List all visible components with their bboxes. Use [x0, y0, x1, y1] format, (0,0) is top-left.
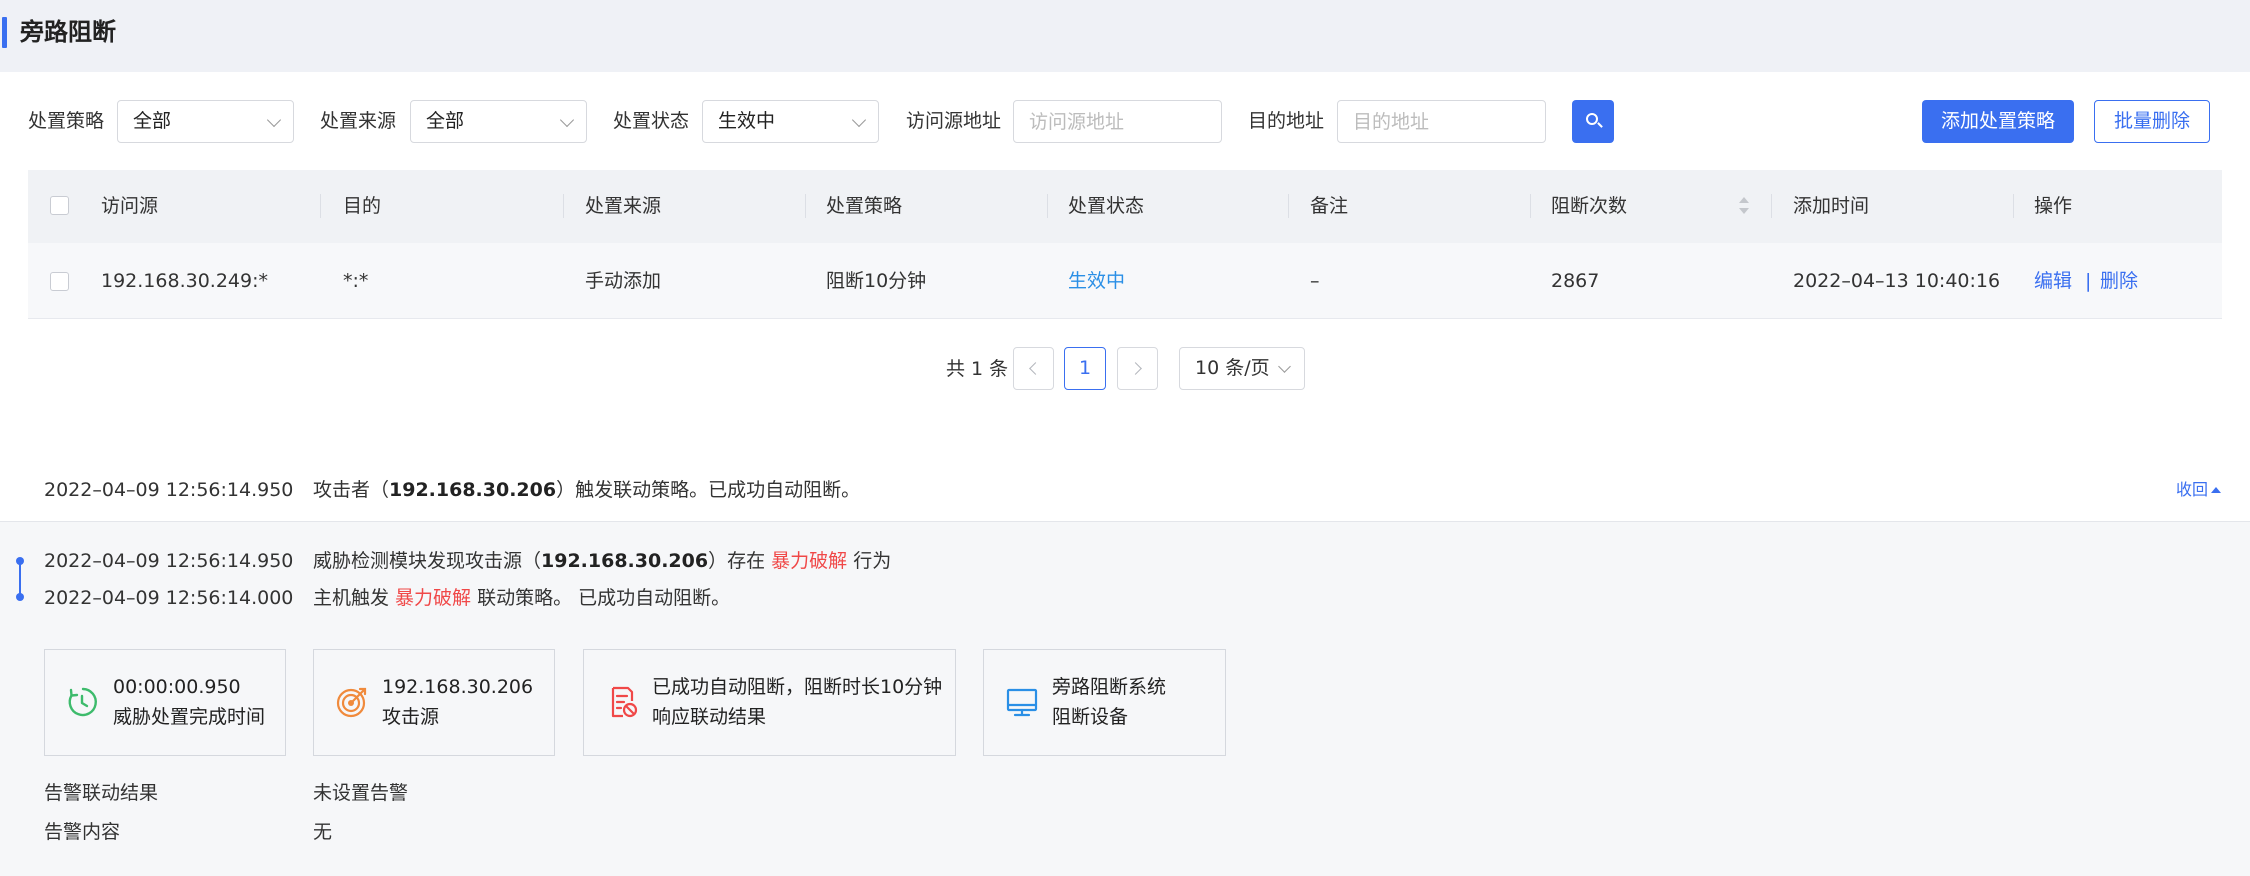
chevron-right-icon	[1129, 362, 1142, 375]
column-header: 处置状态	[1068, 195, 1145, 217]
row-strategy: 阻断10分钟	[826, 270, 927, 292]
strategy-select[interactable]: 全部	[117, 100, 294, 143]
card-label: 攻击源	[382, 706, 440, 728]
column-header: 备注	[1310, 195, 1349, 217]
column-header: 阻断次数	[1551, 195, 1628, 217]
timeline-text: 威胁检测模块发现攻击源（192.168.30.206）存在 暴力破解 行为	[313, 550, 892, 572]
add-strategy-button[interactable]: 添加处置策略	[1922, 100, 2074, 143]
batch-delete-button[interactable]: 批量删除	[2094, 100, 2210, 143]
monitor-icon	[1006, 688, 1038, 717]
card-blocking-device: 旁路阻断系统 阻断设备	[983, 649, 1226, 756]
card-label: 阻断设备	[1052, 706, 1129, 728]
strategy-filter-label: 处置策略	[28, 110, 105, 132]
dest-address-label: 目的地址	[1248, 110, 1325, 132]
search-button[interactable]	[1572, 100, 1614, 143]
next-page-button[interactable]	[1117, 347, 1158, 390]
prev-page-button[interactable]	[1013, 347, 1054, 390]
strategy-select-value: 全部	[133, 110, 172, 132]
status-select-value: 生效中	[718, 110, 776, 132]
timeline-time: 2022–04–09 12:56:14.000	[44, 587, 294, 609]
chevron-down-icon	[266, 112, 282, 128]
edit-link[interactable]: 编辑	[2034, 266, 2072, 296]
alarm-content-label: 告警内容	[44, 821, 121, 843]
status-filter-label: 处置状态	[613, 110, 690, 132]
action-separator: |	[2085, 270, 2092, 292]
row-dest: *:*	[343, 270, 369, 292]
card-value: 已成功自动阻断，阻断时长10分钟	[652, 676, 943, 698]
card-value: 旁路阻断系统	[1052, 676, 1167, 698]
alarm-result-value: 未设置告警	[313, 782, 409, 804]
row-checkbox[interactable]	[50, 272, 69, 291]
column-header: 处置来源	[585, 195, 662, 217]
page-header: 旁路阻断	[0, 0, 2250, 72]
status-select[interactable]: 生效中	[702, 100, 879, 143]
timeline-dot	[16, 593, 24, 601]
timeline-dot	[16, 557, 24, 565]
target-icon	[336, 687, 367, 718]
caret-up-icon	[2211, 487, 2222, 493]
row-add-time: 2022–04–13 10:40:16	[1793, 270, 2001, 292]
source-select[interactable]: 全部	[410, 100, 587, 143]
visit-source-input[interactable]	[1013, 100, 1222, 143]
timeline-line	[19, 561, 21, 597]
column-header: 添加时间	[1793, 195, 1870, 217]
timer-icon	[68, 687, 97, 717]
row-block-count: 2867	[1551, 270, 1600, 292]
report-icon	[611, 686, 638, 718]
chevron-down-icon	[559, 112, 575, 128]
card-value: 192.168.30.206	[382, 676, 534, 698]
row-status: 生效中	[1068, 270, 1126, 292]
page-title: 旁路阻断	[20, 18, 116, 46]
timeline-time: 2022–04–09 12:56:14.950	[44, 550, 294, 572]
select-all-checkbox[interactable]	[50, 196, 69, 215]
event-time: 2022–04–09 12:56:14.950	[44, 479, 294, 501]
delete-link[interactable]: 删除	[2100, 266, 2138, 296]
chevron-left-icon	[1029, 362, 1042, 375]
event-summary: 攻击者（192.168.30.206）触发联动策略。已成功自动阻断。	[313, 479, 861, 501]
row-source: 192.168.30.249:*	[101, 270, 268, 292]
source-filter-label: 处置来源	[320, 110, 397, 132]
title-accent-bar	[2, 17, 7, 48]
row-remark: –	[1310, 270, 1320, 292]
chevron-down-icon	[851, 112, 867, 128]
dest-address-input[interactable]	[1337, 100, 1546, 143]
card-value: 00:00:00.950	[113, 676, 241, 698]
sort-icon[interactable]	[1738, 197, 1750, 219]
card-response-result: 已成功自动阻断，阻断时长10分钟 响应联动结果	[583, 649, 956, 756]
page-number-current[interactable]: 1	[1064, 347, 1106, 390]
column-header: 目的	[343, 195, 382, 217]
timeline-text: 主机触发 暴力破解 联动策略。 已成功自动阻断。	[313, 587, 731, 609]
visit-source-label: 访问源地址	[906, 110, 1002, 132]
page-size-value: 10 条/页	[1195, 357, 1270, 379]
card-attack-source: 192.168.30.206 攻击源	[313, 649, 555, 756]
page-size-select[interactable]: 10 条/页	[1179, 347, 1305, 390]
column-header: 操作	[2034, 195, 2073, 217]
card-label: 威胁处置完成时间	[113, 706, 266, 728]
alarm-result-label: 告警联动结果	[44, 782, 159, 804]
card-completion-time: 00:00:00.950 威胁处置完成时间	[44, 649, 286, 756]
column-header: 访问源	[101, 195, 159, 217]
collapse-button[interactable]: 收回	[2176, 477, 2222, 503]
column-header: 处置策略	[826, 195, 903, 217]
card-label: 响应联动结果	[652, 706, 767, 728]
source-select-value: 全部	[426, 110, 465, 132]
pagination-total: 共 1 条	[946, 358, 1009, 380]
alarm-content-value: 无	[313, 821, 333, 843]
chevron-down-icon	[1278, 360, 1291, 373]
row-origin: 手动添加	[585, 270, 662, 292]
